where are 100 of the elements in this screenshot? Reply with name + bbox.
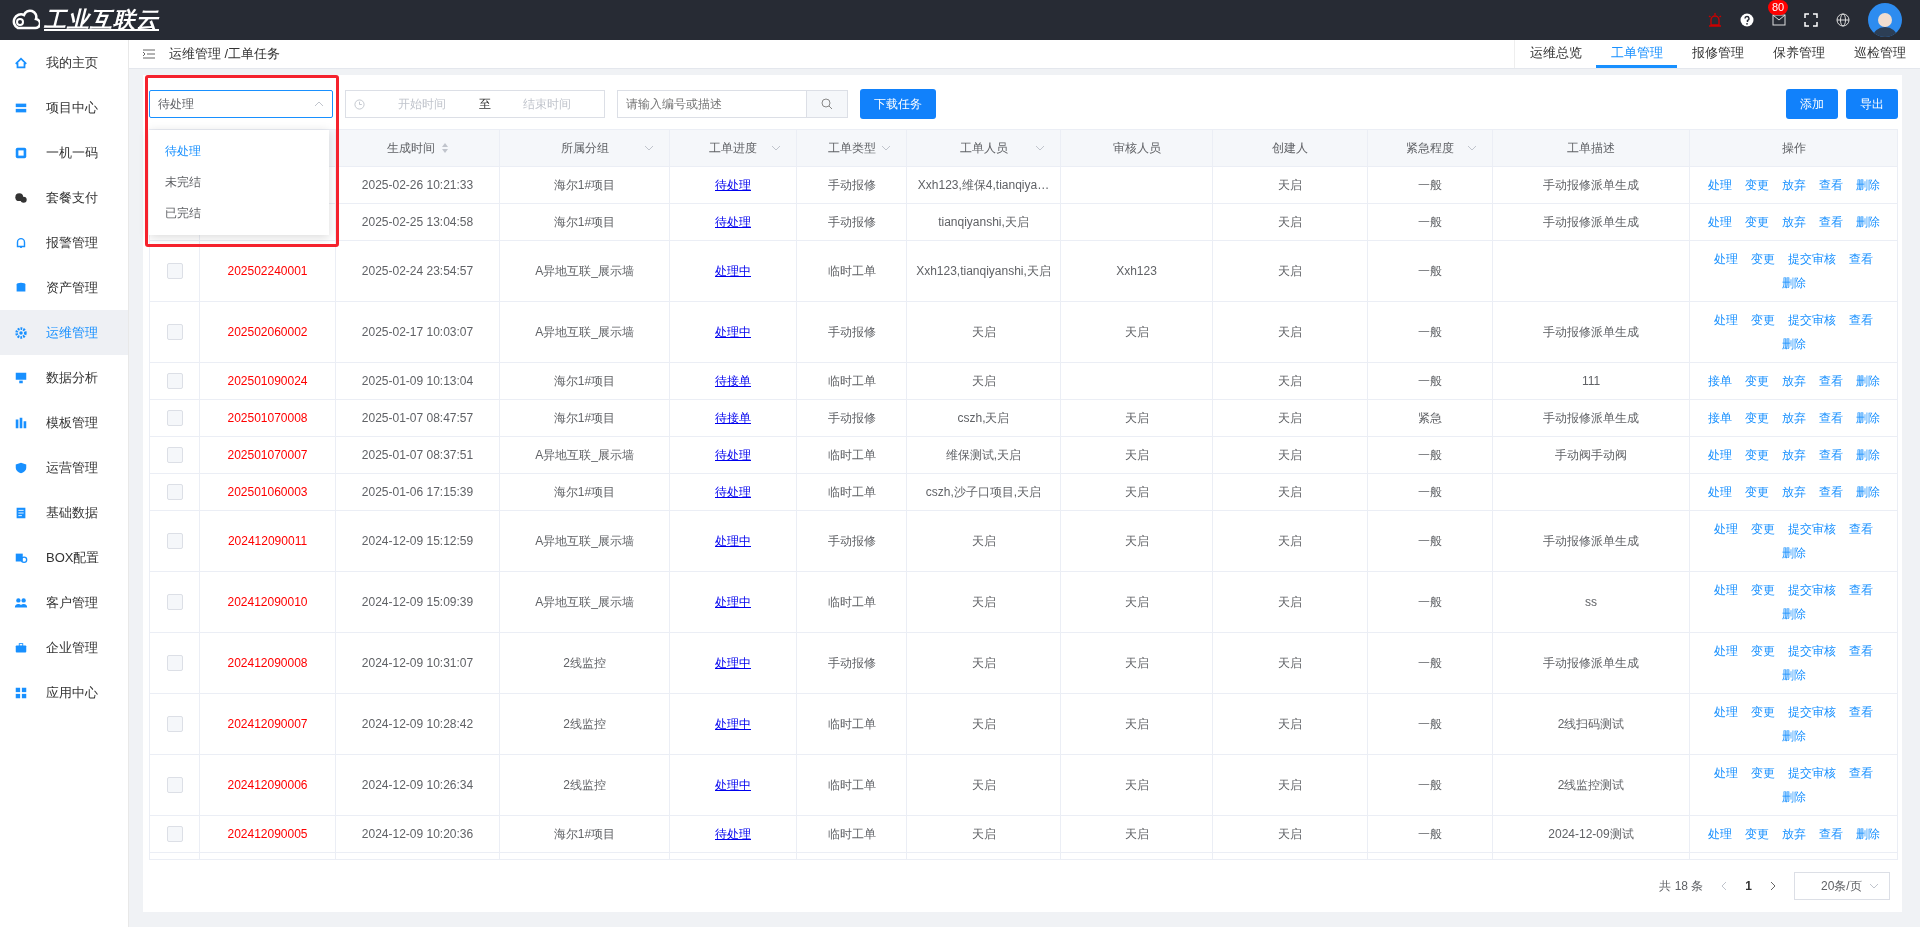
sidebar-item[interactable]: 企业管理 — [0, 625, 128, 670]
row-checkbox[interactable] — [166, 533, 183, 549]
action-link[interactable]: 处理 — [1707, 443, 1732, 467]
order-number[interactable]: 202412090010 — [227, 595, 308, 609]
row-checkbox[interactable] — [166, 373, 183, 389]
action-link[interactable]: 查看 — [1818, 822, 1843, 846]
sidebar-item[interactable]: 报警管理 — [0, 220, 128, 265]
sidebar-item[interactable]: 基础数据 — [0, 490, 128, 535]
action-link[interactable]: 删除 — [1855, 173, 1880, 197]
order-number[interactable]: 202412090008 — [227, 656, 308, 670]
sort-icon[interactable] — [440, 142, 449, 154]
action-link[interactable]: 处理 — [1714, 517, 1738, 541]
add-button[interactable]: 添加 — [1786, 89, 1838, 119]
sidebar-item[interactable]: 资产管理 — [0, 265, 128, 310]
tab[interactable]: 保养管理 — [1758, 40, 1839, 68]
menu-fold-icon[interactable] — [143, 49, 155, 59]
action-link[interactable]: 放弃 — [1781, 480, 1806, 504]
row-checkbox[interactable] — [166, 716, 183, 732]
sidebar-item[interactable]: 我的主页 — [0, 40, 128, 85]
action-link[interactable]: 查看 — [1818, 406, 1843, 430]
action-link[interactable]: 变更 — [1751, 700, 1775, 724]
search-field[interactable]: 请输入编号或描述 — [617, 90, 807, 118]
tab[interactable]: 工单管理 — [1596, 40, 1677, 68]
sidebar-item[interactable]: 套餐支付 — [0, 175, 128, 220]
action-link[interactable]: 查看 — [1849, 308, 1873, 332]
action-link[interactable]: 提交审核 — [1788, 700, 1836, 724]
action-link[interactable]: 删除 — [1855, 480, 1880, 504]
tab[interactable]: 报修管理 — [1677, 40, 1758, 68]
action-link[interactable]: 查看 — [1849, 639, 1873, 663]
download-button[interactable]: 下载任务 — [860, 89, 936, 119]
action-link[interactable]: 删除 — [1855, 210, 1880, 234]
progress-link[interactable]: 处理中 — [715, 655, 751, 670]
order-number[interactable]: 202412090006 — [227, 778, 308, 792]
action-link[interactable]: 变更 — [1751, 578, 1775, 602]
action-link[interactable]: 提交审核 — [1788, 639, 1836, 663]
action-link[interactable]: 查看 — [1818, 369, 1843, 393]
page-size-select[interactable]: 20条/页 — [1794, 872, 1890, 900]
row-checkbox[interactable] — [166, 447, 183, 463]
dropdown-option[interactable]: 待处理 — [149, 136, 329, 167]
next-page-icon[interactable] — [1770, 881, 1776, 891]
tab[interactable]: 运维总览 — [1515, 40, 1596, 68]
export-button[interactable]: 导出 — [1846, 89, 1898, 119]
action-link[interactable]: 删除 — [1781, 332, 1806, 356]
progress-link[interactable]: 待处理 — [715, 447, 751, 462]
progress-link[interactable]: 待处理 — [715, 214, 751, 229]
action-link[interactable]: 放弃 — [1781, 822, 1806, 846]
action-link[interactable]: 删除 — [1781, 602, 1806, 626]
action-link[interactable]: 处理 — [1707, 173, 1732, 197]
action-link[interactable]: 变更 — [1751, 308, 1775, 332]
action-link[interactable]: 提交审核 — [1788, 247, 1836, 271]
action-link[interactable]: 变更 — [1744, 822, 1769, 846]
sidebar-item[interactable]: 运维管理 — [0, 310, 128, 355]
action-link[interactable]: 删除 — [1855, 822, 1880, 846]
action-link[interactable]: 放弃 — [1781, 443, 1806, 467]
sidebar-item[interactable]: 应用中心 — [0, 670, 128, 715]
row-checkbox[interactable] — [166, 410, 183, 426]
sidebar-item[interactable]: 一机一码 — [0, 130, 128, 175]
mail-icon[interactable] — [1772, 14, 1786, 26]
row-checkbox[interactable] — [166, 826, 183, 842]
action-link[interactable]: 接单 — [1707, 369, 1732, 393]
action-link[interactable]: 提交审核 — [1788, 578, 1836, 602]
action-link[interactable]: 删除 — [1855, 406, 1880, 430]
progress-link[interactable]: 处理中 — [715, 594, 751, 609]
sidebar-item[interactable]: 数据分析 — [0, 355, 128, 400]
action-link[interactable]: 删除 — [1781, 541, 1806, 565]
progress-link[interactable]: 待处理 — [715, 177, 751, 192]
action-link[interactable]: 变更 — [1751, 639, 1775, 663]
action-link[interactable]: 放弃 — [1781, 406, 1806, 430]
tab[interactable]: 巡检管理 — [1839, 40, 1920, 68]
help-icon[interactable] — [1740, 13, 1754, 27]
order-number[interactable]: 202502060002 — [227, 325, 308, 339]
progress-link[interactable]: 处理中 — [715, 263, 751, 278]
action-link[interactable]: 查看 — [1818, 210, 1843, 234]
action-link[interactable]: 放弃 — [1781, 210, 1806, 234]
action-link[interactable]: 放弃 — [1781, 173, 1806, 197]
avatar[interactable] — [1868, 3, 1902, 37]
search-button[interactable] — [807, 90, 848, 118]
action-link[interactable]: 变更 — [1751, 761, 1775, 785]
progress-link[interactable]: 处理中 — [715, 716, 751, 731]
sidebar-item[interactable]: BOX配置 — [0, 535, 128, 580]
order-number[interactable]: 202502240001 — [227, 264, 308, 278]
action-link[interactable]: 处理 — [1707, 210, 1732, 234]
progress-link[interactable]: 待处理 — [715, 826, 751, 841]
order-number[interactable]: 202412090007 — [227, 717, 308, 731]
action-link[interactable]: 查看 — [1849, 517, 1873, 541]
action-link[interactable]: 提交审核 — [1788, 761, 1836, 785]
action-link[interactable]: 删除 — [1781, 663, 1806, 687]
globe-icon[interactable] — [1836, 13, 1850, 27]
progress-link[interactable]: 待接单 — [715, 373, 751, 388]
row-checkbox[interactable] — [166, 594, 183, 610]
progress-link[interactable]: 处理中 — [715, 324, 751, 339]
status-select[interactable]: 待处理 — [149, 90, 333, 118]
action-link[interactable]: 查看 — [1849, 700, 1873, 724]
action-link[interactable]: 变更 — [1751, 517, 1775, 541]
action-link[interactable]: 放弃 — [1781, 369, 1806, 393]
progress-link[interactable]: 待接单 — [715, 410, 751, 425]
progress-link[interactable]: 待处理 — [715, 484, 751, 499]
action-link[interactable]: 处理 — [1707, 822, 1732, 846]
action-link[interactable]: 处理 — [1707, 480, 1732, 504]
action-link[interactable]: 变更 — [1744, 369, 1769, 393]
